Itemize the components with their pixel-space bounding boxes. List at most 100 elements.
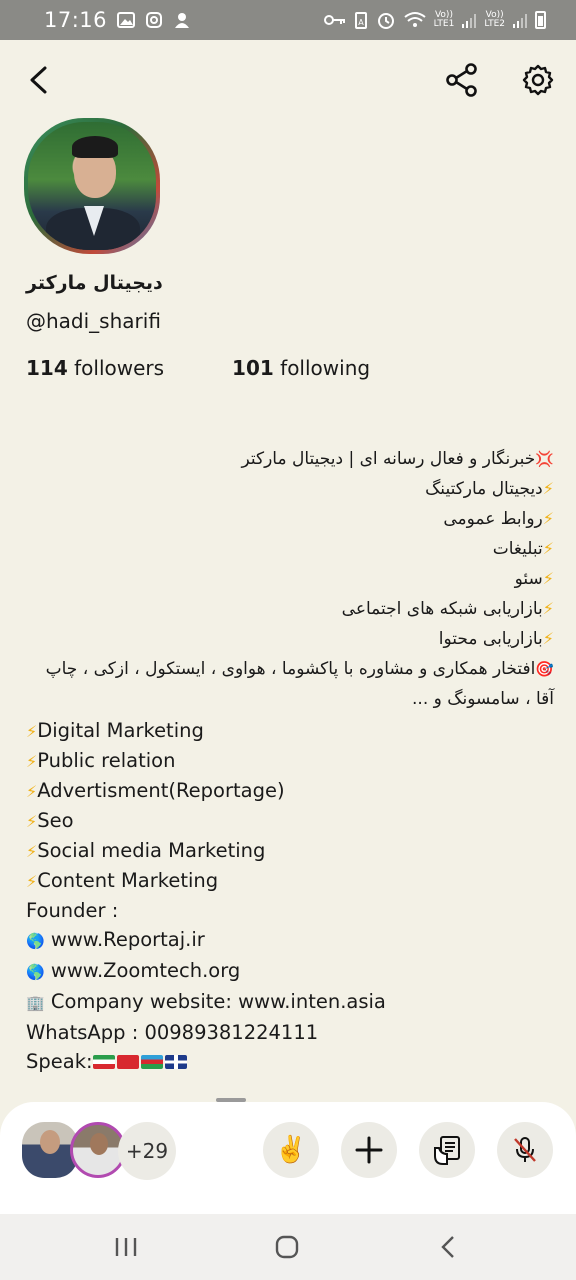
bio-line: ⚡تبلیغات: [26, 534, 554, 564]
status-bar: 17:16 A Vo)) LTE1 Vo)) LTE2: [0, 0, 576, 40]
wifi-icon: [404, 12, 426, 27]
profile-avatar[interactable]: [24, 118, 160, 254]
home-button[interactable]: [267, 1232, 307, 1262]
plus-icon: [355, 1136, 383, 1164]
avatar-photo: [28, 122, 156, 250]
bio-text: بازاریابی محتوا: [438, 629, 543, 649]
bio-line: 🌎 www.Zoomtech.org: [26, 956, 554, 987]
svg-text:A: A: [358, 18, 364, 27]
followers-label: followers: [74, 356, 165, 380]
bio-text: Company website: www.inten.asia: [50, 990, 386, 1013]
bio-line: 🎯افتخار همکاری و مشاوره با پاکشوما ، هوا…: [26, 654, 554, 714]
iran-flag-icon: [92, 1055, 115, 1069]
bio-text: Seo: [37, 809, 74, 832]
bolt-emoji: ⚡: [542, 539, 554, 558]
azerbaijan-flag-icon: [140, 1055, 163, 1069]
room-bar: +29 ✌️: [0, 1098, 576, 1214]
sim1-signal: Vo)) LTE1: [434, 11, 455, 29]
sim2-bars-icon: [513, 12, 527, 28]
add-button[interactable]: [341, 1122, 397, 1178]
wave-button[interactable]: ✌️: [263, 1122, 319, 1178]
bio-line: WhatsApp : 00989381224111: [26, 1018, 554, 1047]
instagram-icon: [146, 12, 163, 28]
bio-link[interactable]: www.Zoomtech.org: [51, 959, 240, 982]
recents-icon: [115, 1238, 137, 1256]
settings-button[interactable]: [518, 60, 558, 100]
bio-text: Digital Marketing: [37, 719, 204, 742]
key-icon: [323, 15, 345, 25]
sim1-bars-icon: [462, 12, 477, 28]
back-button[interactable]: [20, 60, 56, 100]
bolt-emoji: ⚡: [542, 509, 554, 528]
bolt-emoji: ⚡: [26, 752, 38, 771]
bio-text: Public relation: [37, 749, 176, 772]
bio-english: ⚡Digital Marketing ⚡Public relation ⚡Adv…: [26, 716, 554, 1076]
bio-line: Founder :: [26, 896, 554, 925]
display-name: دیجیتال مارکتر: [26, 272, 163, 294]
bio-line: ⚡Content Marketing: [26, 866, 554, 896]
mic-button[interactable]: [497, 1122, 553, 1178]
raise-hand-icon: [434, 1136, 460, 1165]
sim2-label-bottom: LTE2: [484, 19, 505, 29]
bio-text: Speak:: [26, 1050, 93, 1073]
bio-text: بازاریابی شبکه های اجتماعی: [341, 599, 543, 619]
alarm-icon: [377, 13, 394, 29]
bolt-emoji: ⚡: [542, 479, 554, 498]
bolt-emoji: ⚡: [26, 722, 38, 741]
followers-count: 114: [26, 356, 68, 380]
bio-line: ⚡Seo: [26, 806, 554, 836]
bio-text: افتخار همکاری و مشاوره با پاکشوما ، هواو…: [45, 659, 554, 709]
turkey-flag-icon: [116, 1055, 139, 1069]
share-icon: [446, 63, 477, 97]
bio-link[interactable]: www.Reportaj.ir: [51, 928, 205, 951]
bio-text: Advertisment(Reportage): [37, 779, 285, 802]
bio-line: ⚡سئو: [26, 564, 554, 594]
bio-line: Speak:: [26, 1047, 554, 1076]
mic-muted-icon: [514, 1137, 536, 1162]
victory-hand-icon: ✌️: [274, 1135, 308, 1165]
bio-line: 🌎 www.Reportaj.ir: [26, 925, 554, 956]
recents-button[interactable]: [106, 1232, 146, 1262]
following-count: 101: [232, 356, 274, 380]
username: @hadi_sharifi: [26, 309, 161, 333]
bio-text: تبلیغات: [492, 539, 543, 559]
bio-text: روابط عمومی: [443, 509, 543, 529]
more-speakers-count[interactable]: +29: [118, 1122, 176, 1180]
sheet-handle: [216, 1098, 246, 1102]
following-label: following: [280, 356, 371, 380]
bolt-emoji: ⚡: [542, 569, 554, 588]
bolt-emoji: ⚡: [542, 599, 554, 618]
bio-text: دیجیتال مارکتینگ: [425, 479, 543, 499]
bolt-emoji: ⚡: [26, 782, 38, 801]
navigation-bar: [0, 1214, 576, 1280]
bio-line: ⚡Digital Marketing: [26, 716, 554, 746]
target-emoji: 🎯: [535, 660, 554, 678]
bio-line: ⚡بازاریابی شبکه های اجتماعی: [26, 594, 554, 624]
battery-icon: [535, 11, 546, 29]
anger-emoji: 💢: [535, 450, 554, 468]
sim1-label-bottom: LTE1: [433, 19, 455, 29]
following-link[interactable]: 101 following: [232, 356, 370, 380]
followers-link[interactable]: 114 followers: [26, 356, 164, 380]
bio-line: ⚡دیجیتال مارکتینگ: [26, 474, 554, 504]
office-emoji: 🏢: [26, 994, 45, 1012]
bio-line: ⚡Advertisment(Reportage): [26, 776, 554, 806]
bio-line: 💢خبرنگار و فعال رسانه ای | دیجیتال مارکت…: [26, 444, 554, 474]
bolt-emoji: ⚡: [26, 842, 38, 861]
home-icon: [275, 1235, 299, 1259]
bio-persian: 💢خبرنگار و فعال رسانه ای | دیجیتال مارکت…: [26, 444, 554, 714]
share-button[interactable]: [442, 60, 482, 100]
bio-text: Content Marketing: [37, 869, 219, 892]
bolt-emoji: ⚡: [542, 629, 554, 648]
battery-saver-icon: A: [354, 12, 367, 29]
bio-line: ⚡بازاریابی محتوا: [26, 624, 554, 654]
system-back-button[interactable]: [428, 1232, 468, 1262]
globe-emoji: 🌎: [26, 963, 45, 981]
gallery-icon: [117, 12, 136, 28]
bio-line: 🏢 Company website: www.inten.asia: [26, 987, 554, 1018]
chevron-left-icon: [441, 1236, 454, 1258]
raise-hand-button[interactable]: [419, 1122, 475, 1178]
uk-flag-icon: [164, 1055, 187, 1069]
back-arrow-icon: [30, 66, 47, 94]
bio-text: خبرنگار و فعال رسانه ای | دیجیتال مارکتر: [241, 449, 536, 469]
